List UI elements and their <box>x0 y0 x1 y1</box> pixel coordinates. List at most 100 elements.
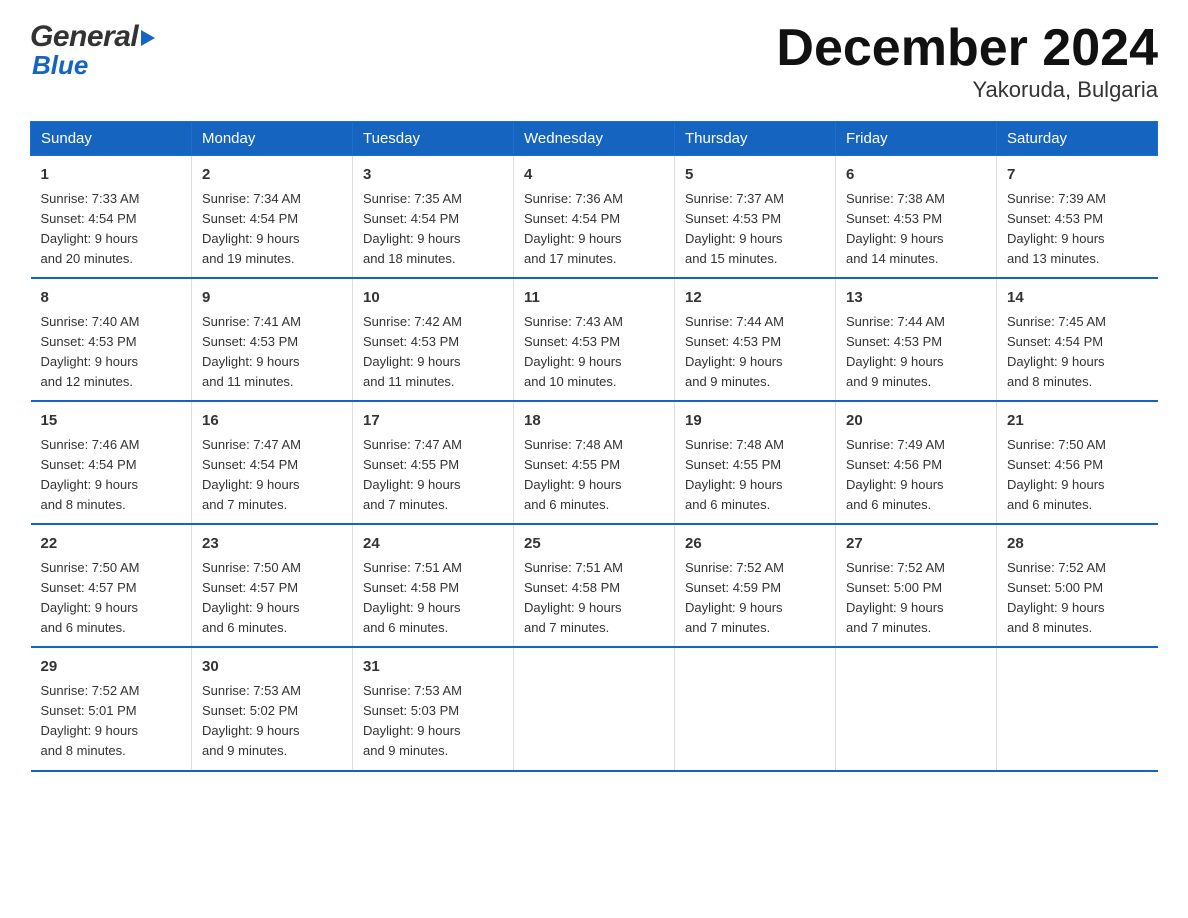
calendar-cell: 8Sunrise: 7:40 AMSunset: 4:53 PMDaylight… <box>31 278 192 401</box>
day-info: Sunrise: 7:44 AMSunset: 4:53 PMDaylight:… <box>846 312 986 393</box>
day-info: Sunrise: 7:49 AMSunset: 4:56 PMDaylight:… <box>846 435 986 516</box>
day-number: 27 <box>846 533 986 556</box>
col-thursday: Thursday <box>675 122 836 156</box>
calendar-cell: 16Sunrise: 7:47 AMSunset: 4:54 PMDayligh… <box>192 401 353 524</box>
calendar-cell: 24Sunrise: 7:51 AMSunset: 4:58 PMDayligh… <box>353 524 514 647</box>
logo-line1: General <box>30 20 155 54</box>
calendar-cell: 27Sunrise: 7:52 AMSunset: 5:00 PMDayligh… <box>836 524 997 647</box>
day-info: Sunrise: 7:50 AMSunset: 4:56 PMDaylight:… <box>1007 435 1148 516</box>
day-number: 15 <box>41 410 182 433</box>
calendar-cell: 30Sunrise: 7:53 AMSunset: 5:02 PMDayligh… <box>192 647 353 770</box>
calendar-cell: 12Sunrise: 7:44 AMSunset: 4:53 PMDayligh… <box>675 278 836 401</box>
day-number: 17 <box>363 410 503 433</box>
calendar-cell: 28Sunrise: 7:52 AMSunset: 5:00 PMDayligh… <box>997 524 1158 647</box>
calendar-cell: 7Sunrise: 7:39 AMSunset: 4:53 PMDaylight… <box>997 156 1158 279</box>
day-info: Sunrise: 7:53 AMSunset: 5:02 PMDaylight:… <box>202 681 342 762</box>
day-info: Sunrise: 7:48 AMSunset: 4:55 PMDaylight:… <box>524 435 664 516</box>
day-info: Sunrise: 7:51 AMSunset: 4:58 PMDaylight:… <box>524 558 664 639</box>
day-info: Sunrise: 7:40 AMSunset: 4:53 PMDaylight:… <box>41 312 182 393</box>
calendar-cell: 23Sunrise: 7:50 AMSunset: 4:57 PMDayligh… <box>192 524 353 647</box>
calendar-cell: 17Sunrise: 7:47 AMSunset: 4:55 PMDayligh… <box>353 401 514 524</box>
page-header: General Blue December 2024 Yakoruda, Bul… <box>30 20 1158 103</box>
calendar-cell <box>514 647 675 770</box>
day-info: Sunrise: 7:45 AMSunset: 4:54 PMDaylight:… <box>1007 312 1148 393</box>
day-info: Sunrise: 7:35 AMSunset: 4:54 PMDaylight:… <box>363 189 503 270</box>
day-number: 3 <box>363 164 503 187</box>
day-info: Sunrise: 7:53 AMSunset: 5:03 PMDaylight:… <box>363 681 503 762</box>
col-friday: Friday <box>836 122 997 156</box>
day-info: Sunrise: 7:52 AMSunset: 5:00 PMDaylight:… <box>1007 558 1148 639</box>
day-number: 22 <box>41 533 182 556</box>
day-info: Sunrise: 7:42 AMSunset: 4:53 PMDaylight:… <box>363 312 503 393</box>
calendar-cell: 22Sunrise: 7:50 AMSunset: 4:57 PMDayligh… <box>31 524 192 647</box>
calendar-week-row: 8Sunrise: 7:40 AMSunset: 4:53 PMDaylight… <box>31 278 1158 401</box>
day-number: 9 <box>202 287 342 310</box>
day-info: Sunrise: 7:34 AMSunset: 4:54 PMDaylight:… <box>202 189 342 270</box>
day-info: Sunrise: 7:39 AMSunset: 4:53 PMDaylight:… <box>1007 189 1148 270</box>
day-number: 29 <box>41 656 182 679</box>
day-number: 28 <box>1007 533 1148 556</box>
calendar-cell: 29Sunrise: 7:52 AMSunset: 5:01 PMDayligh… <box>31 647 192 770</box>
calendar-cell: 5Sunrise: 7:37 AMSunset: 4:53 PMDaylight… <box>675 156 836 279</box>
logo-blue-text: Blue <box>32 50 155 81</box>
day-info: Sunrise: 7:51 AMSunset: 4:58 PMDaylight:… <box>363 558 503 639</box>
calendar-cell: 6Sunrise: 7:38 AMSunset: 4:53 PMDaylight… <box>836 156 997 279</box>
calendar-week-row: 1Sunrise: 7:33 AMSunset: 4:54 PMDaylight… <box>31 156 1158 279</box>
day-info: Sunrise: 7:52 AMSunset: 5:00 PMDaylight:… <box>846 558 986 639</box>
day-info: Sunrise: 7:48 AMSunset: 4:55 PMDaylight:… <box>685 435 825 516</box>
calendar-cell: 19Sunrise: 7:48 AMSunset: 4:55 PMDayligh… <box>675 401 836 524</box>
calendar-cell <box>836 647 997 770</box>
col-sunday: Sunday <box>31 122 192 156</box>
calendar-cell: 11Sunrise: 7:43 AMSunset: 4:53 PMDayligh… <box>514 278 675 401</box>
logo-arrow-icon <box>141 30 155 46</box>
calendar-week-row: 29Sunrise: 7:52 AMSunset: 5:01 PMDayligh… <box>31 647 1158 770</box>
day-info: Sunrise: 7:43 AMSunset: 4:53 PMDaylight:… <box>524 312 664 393</box>
day-number: 10 <box>363 287 503 310</box>
day-number: 21 <box>1007 410 1148 433</box>
calendar-cell <box>675 647 836 770</box>
calendar-cell: 10Sunrise: 7:42 AMSunset: 4:53 PMDayligh… <box>353 278 514 401</box>
day-number: 24 <box>363 533 503 556</box>
col-saturday: Saturday <box>997 122 1158 156</box>
calendar-title: December 2024 <box>776 20 1158 77</box>
day-number: 23 <box>202 533 342 556</box>
logo: General Blue <box>30 20 155 81</box>
day-info: Sunrise: 7:38 AMSunset: 4:53 PMDaylight:… <box>846 189 986 270</box>
day-info: Sunrise: 7:44 AMSunset: 4:53 PMDaylight:… <box>685 312 825 393</box>
day-number: 18 <box>524 410 664 433</box>
day-info: Sunrise: 7:41 AMSunset: 4:53 PMDaylight:… <box>202 312 342 393</box>
day-number: 5 <box>685 164 825 187</box>
col-tuesday: Tuesday <box>353 122 514 156</box>
calendar-header-row: Sunday Monday Tuesday Wednesday Thursday… <box>31 122 1158 156</box>
day-number: 25 <box>524 533 664 556</box>
calendar-table: Sunday Monday Tuesday Wednesday Thursday… <box>30 121 1158 771</box>
day-info: Sunrise: 7:52 AMSunset: 4:59 PMDaylight:… <box>685 558 825 639</box>
calendar-week-row: 15Sunrise: 7:46 AMSunset: 4:54 PMDayligh… <box>31 401 1158 524</box>
calendar-cell: 13Sunrise: 7:44 AMSunset: 4:53 PMDayligh… <box>836 278 997 401</box>
calendar-cell: 26Sunrise: 7:52 AMSunset: 4:59 PMDayligh… <box>675 524 836 647</box>
calendar-cell: 15Sunrise: 7:46 AMSunset: 4:54 PMDayligh… <box>31 401 192 524</box>
col-monday: Monday <box>192 122 353 156</box>
day-number: 16 <box>202 410 342 433</box>
calendar-subtitle: Yakoruda, Bulgaria <box>776 77 1158 103</box>
day-number: 13 <box>846 287 986 310</box>
title-block: December 2024 Yakoruda, Bulgaria <box>776 20 1158 103</box>
day-number: 19 <box>685 410 825 433</box>
day-number: 31 <box>363 656 503 679</box>
day-info: Sunrise: 7:52 AMSunset: 5:01 PMDaylight:… <box>41 681 182 762</box>
day-info: Sunrise: 7:33 AMSunset: 4:54 PMDaylight:… <box>41 189 182 270</box>
calendar-cell: 2Sunrise: 7:34 AMSunset: 4:54 PMDaylight… <box>192 156 353 279</box>
day-info: Sunrise: 7:50 AMSunset: 4:57 PMDaylight:… <box>41 558 182 639</box>
day-info: Sunrise: 7:37 AMSunset: 4:53 PMDaylight:… <box>685 189 825 270</box>
day-info: Sunrise: 7:47 AMSunset: 4:54 PMDaylight:… <box>202 435 342 516</box>
day-number: 12 <box>685 287 825 310</box>
day-info: Sunrise: 7:46 AMSunset: 4:54 PMDaylight:… <box>41 435 182 516</box>
calendar-week-row: 22Sunrise: 7:50 AMSunset: 4:57 PMDayligh… <box>31 524 1158 647</box>
calendar-cell: 25Sunrise: 7:51 AMSunset: 4:58 PMDayligh… <box>514 524 675 647</box>
calendar-cell: 14Sunrise: 7:45 AMSunset: 4:54 PMDayligh… <box>997 278 1158 401</box>
calendar-cell: 4Sunrise: 7:36 AMSunset: 4:54 PMDaylight… <box>514 156 675 279</box>
day-number: 4 <box>524 164 664 187</box>
day-number: 8 <box>41 287 182 310</box>
col-wednesday: Wednesday <box>514 122 675 156</box>
day-number: 11 <box>524 287 664 310</box>
